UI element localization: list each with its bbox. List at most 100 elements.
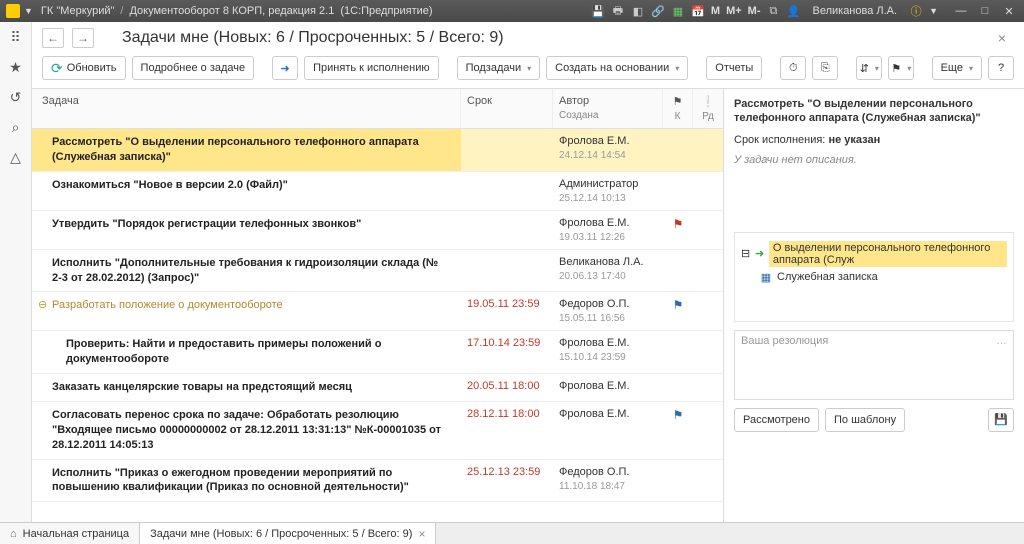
accept-button[interactable]: Принять к исполнению bbox=[304, 56, 438, 80]
print-icon[interactable]: 🖶 bbox=[611, 4, 625, 18]
cell-due: 20.05.11 18:00 bbox=[461, 374, 553, 401]
forward-button[interactable]: → bbox=[72, 28, 94, 48]
cell-task: Согласовать перенос срока по задаче: Обр… bbox=[32, 402, 461, 459]
resolution-input[interactable]: Ваша резолюция … bbox=[734, 330, 1014, 400]
help-button[interactable]: ? bbox=[988, 56, 1014, 80]
flag-filter-button[interactable]: ⚑▾ bbox=[888, 56, 914, 80]
cell-due bbox=[461, 129, 553, 171]
forward-task-button[interactable]: ➜ bbox=[272, 56, 298, 80]
col-flag[interactable]: ⚑ К bbox=[663, 89, 693, 128]
table-row[interactable]: ⊖Разработать положение о документооборот… bbox=[32, 292, 723, 331]
flag-icon: ⚑ bbox=[673, 408, 684, 422]
scale-mplus[interactable]: M+ bbox=[726, 5, 742, 17]
save-resolution-button[interactable]: 💾 bbox=[988, 408, 1014, 432]
cell-task: Ознакомиться "Новое в версии 2.0 (Файл)" bbox=[32, 172, 461, 210]
cell-author: Фролова Е.М.15.10.14 23:59 bbox=[553, 331, 663, 373]
cell-flag bbox=[663, 460, 693, 502]
more-button[interactable]: Еще▾ bbox=[932, 56, 982, 80]
title-env: (1С:Предприятие) bbox=[340, 5, 432, 17]
table-row[interactable]: Исполнить "Приказ о ежегодном проведении… bbox=[32, 460, 723, 503]
table-row[interactable]: Согласовать перенос срока по задаче: Обр… bbox=[32, 402, 723, 460]
info-icon[interactable]: ⓘ bbox=[909, 4, 923, 18]
cell-author: Фролова Е.М.24.12.14 14:54 bbox=[553, 129, 663, 171]
doc-in-icon: ➜ bbox=[754, 247, 765, 260]
sort-button[interactable]: ⇵▾ bbox=[856, 56, 882, 80]
table-row[interactable]: Заказать канцелярские товары на предстоя… bbox=[32, 374, 723, 402]
task-details-button[interactable]: Подробнее о задаче bbox=[132, 56, 255, 80]
copy-button[interactable]: ⎘ bbox=[812, 56, 838, 80]
tab-close-icon[interactable]: × bbox=[418, 527, 425, 541]
side-due-label: Срок исполнения: bbox=[734, 134, 825, 146]
tree-item[interactable]: ⊟ ➜ О выделении персонального телефонног… bbox=[741, 239, 1007, 269]
side-due: Срок исполнения: не указан bbox=[734, 134, 1014, 146]
sort-icon: ⇵ bbox=[860, 62, 869, 75]
tree-item[interactable]: ▦ Служебная записка bbox=[741, 269, 1007, 286]
fav-icon[interactable]: ⧉ bbox=[766, 4, 780, 18]
subtasks-button[interactable]: Подзадачи▾ bbox=[457, 56, 541, 80]
cell-task: ⊖Разработать положение о документооборот… bbox=[32, 292, 461, 330]
cell-task: Рассмотреть "О выделении персонального т… bbox=[32, 129, 461, 171]
cell-rd bbox=[693, 211, 723, 249]
tree-collapse-icon[interactable]: ⊟ bbox=[741, 247, 750, 260]
cell-task: Утвердить "Порядок регистрации телефонны… bbox=[32, 211, 461, 249]
time-tracking-button[interactable]: ⏱ bbox=[780, 56, 806, 80]
apps-icon[interactable]: ⠿ bbox=[7, 28, 25, 46]
titlebar: ▼ ГК "Меркурий" / Документооборот 8 КОРП… bbox=[0, 0, 1024, 22]
scale-m[interactable]: M bbox=[711, 5, 720, 17]
tabbar: ⌂ Начальная страница Задачи мне (Новых: … bbox=[0, 522, 1024, 544]
calendar-icon[interactable]: 📅 bbox=[691, 4, 705, 18]
info-dropdown[interactable]: ▼ bbox=[929, 6, 938, 16]
close-page-button[interactable]: × bbox=[998, 30, 1014, 46]
back-button[interactable]: ← bbox=[42, 28, 64, 48]
table-row[interactable]: Ознакомиться "Новое в версии 2.0 (Файл)"… bbox=[32, 172, 723, 211]
cell-due: 17.10.14 23:59 bbox=[461, 331, 553, 373]
cell-author: Администратор25.12.14 10:13 bbox=[553, 172, 663, 210]
tab-tasks[interactable]: Задачи мне (Новых: 6 / Просроченных: 5 /… bbox=[140, 523, 436, 544]
calc-icon[interactable]: ▦ bbox=[671, 4, 685, 18]
table-row[interactable]: Проверить: Найти и предоставить примеры … bbox=[32, 331, 723, 374]
table-row[interactable]: Утвердить "Порядок регистрации телефонны… bbox=[32, 211, 723, 250]
col-rd[interactable]: ❕ Рд bbox=[693, 89, 723, 128]
refresh-button[interactable]: ⟳Обновить bbox=[42, 56, 126, 80]
cell-flag bbox=[663, 374, 693, 401]
page-title: Задачи мне (Новых: 6 / Просроченных: 5 /… bbox=[122, 29, 504, 47]
search-icon[interactable]: ⌕ bbox=[7, 118, 25, 136]
scale-mminus[interactable]: M- bbox=[748, 5, 761, 17]
col-task[interactable]: Задача bbox=[32, 89, 461, 128]
table-row[interactable]: Рассмотреть "О выделении персонального т… bbox=[32, 129, 723, 172]
link-icon[interactable]: 🔗 bbox=[651, 4, 665, 18]
col-author[interactable]: Автор Создана bbox=[553, 89, 663, 128]
table-row[interactable]: Исполнить "Дополнительные требования к г… bbox=[32, 250, 723, 293]
side-panel: Рассмотреть "О выделении персонального т… bbox=[724, 89, 1024, 522]
col-flag-label: ⚑ bbox=[673, 95, 683, 108]
star-icon[interactable]: ★ bbox=[7, 58, 25, 76]
app-menu-dropdown[interactable]: ▼ bbox=[24, 6, 33, 16]
cell-flag: ⚑ bbox=[663, 292, 693, 330]
col-due[interactable]: Срок bbox=[461, 89, 553, 128]
maximize-button[interactable]: □ bbox=[976, 5, 994, 17]
side-title: Рассмотреть "О выделении персонального т… bbox=[734, 97, 1014, 126]
cell-due bbox=[461, 172, 553, 210]
cell-due bbox=[461, 250, 553, 292]
page-header: ← → Задачи мне (Новых: 6 / Просроченных:… bbox=[32, 22, 1024, 52]
notifications-icon[interactable]: △ bbox=[7, 148, 25, 166]
tab-home[interactable]: ⌂ Начальная страница bbox=[0, 523, 140, 544]
accept-label: Принять к исполнению bbox=[313, 62, 429, 74]
reviewed-button[interactable]: Рассмотрено bbox=[734, 408, 819, 432]
cell-task: Заказать канцелярские товары на предстоя… bbox=[32, 374, 461, 401]
reports-button[interactable]: Отчеты bbox=[706, 56, 762, 80]
tree-item-label: Служебная записка bbox=[777, 271, 878, 283]
history-icon[interactable]: ↺ bbox=[7, 88, 25, 106]
current-user: Великанова Л.А. bbox=[812, 5, 897, 17]
compare-icon[interactable]: ◧ bbox=[631, 4, 645, 18]
save-icon[interactable]: 💾 bbox=[591, 4, 605, 18]
by-template-button[interactable]: По шаблону bbox=[825, 408, 905, 432]
tab-tasks-label: Задачи мне (Новых: 6 / Просроченных: 5 /… bbox=[150, 528, 412, 540]
grid-body[interactable]: Рассмотреть "О выделении персонального т… bbox=[32, 129, 723, 522]
minimize-button[interactable]: — bbox=[952, 5, 970, 17]
tab-home-label: Начальная страница bbox=[23, 528, 129, 540]
close-window-button[interactable]: ✕ bbox=[1000, 5, 1018, 18]
create-based-on-button[interactable]: Создать на основании▾ bbox=[546, 56, 688, 80]
cell-author: Фролова Е.М.19.03.11 12:26 bbox=[553, 211, 663, 249]
expand-icon[interactable]: ⊖ bbox=[38, 298, 50, 313]
